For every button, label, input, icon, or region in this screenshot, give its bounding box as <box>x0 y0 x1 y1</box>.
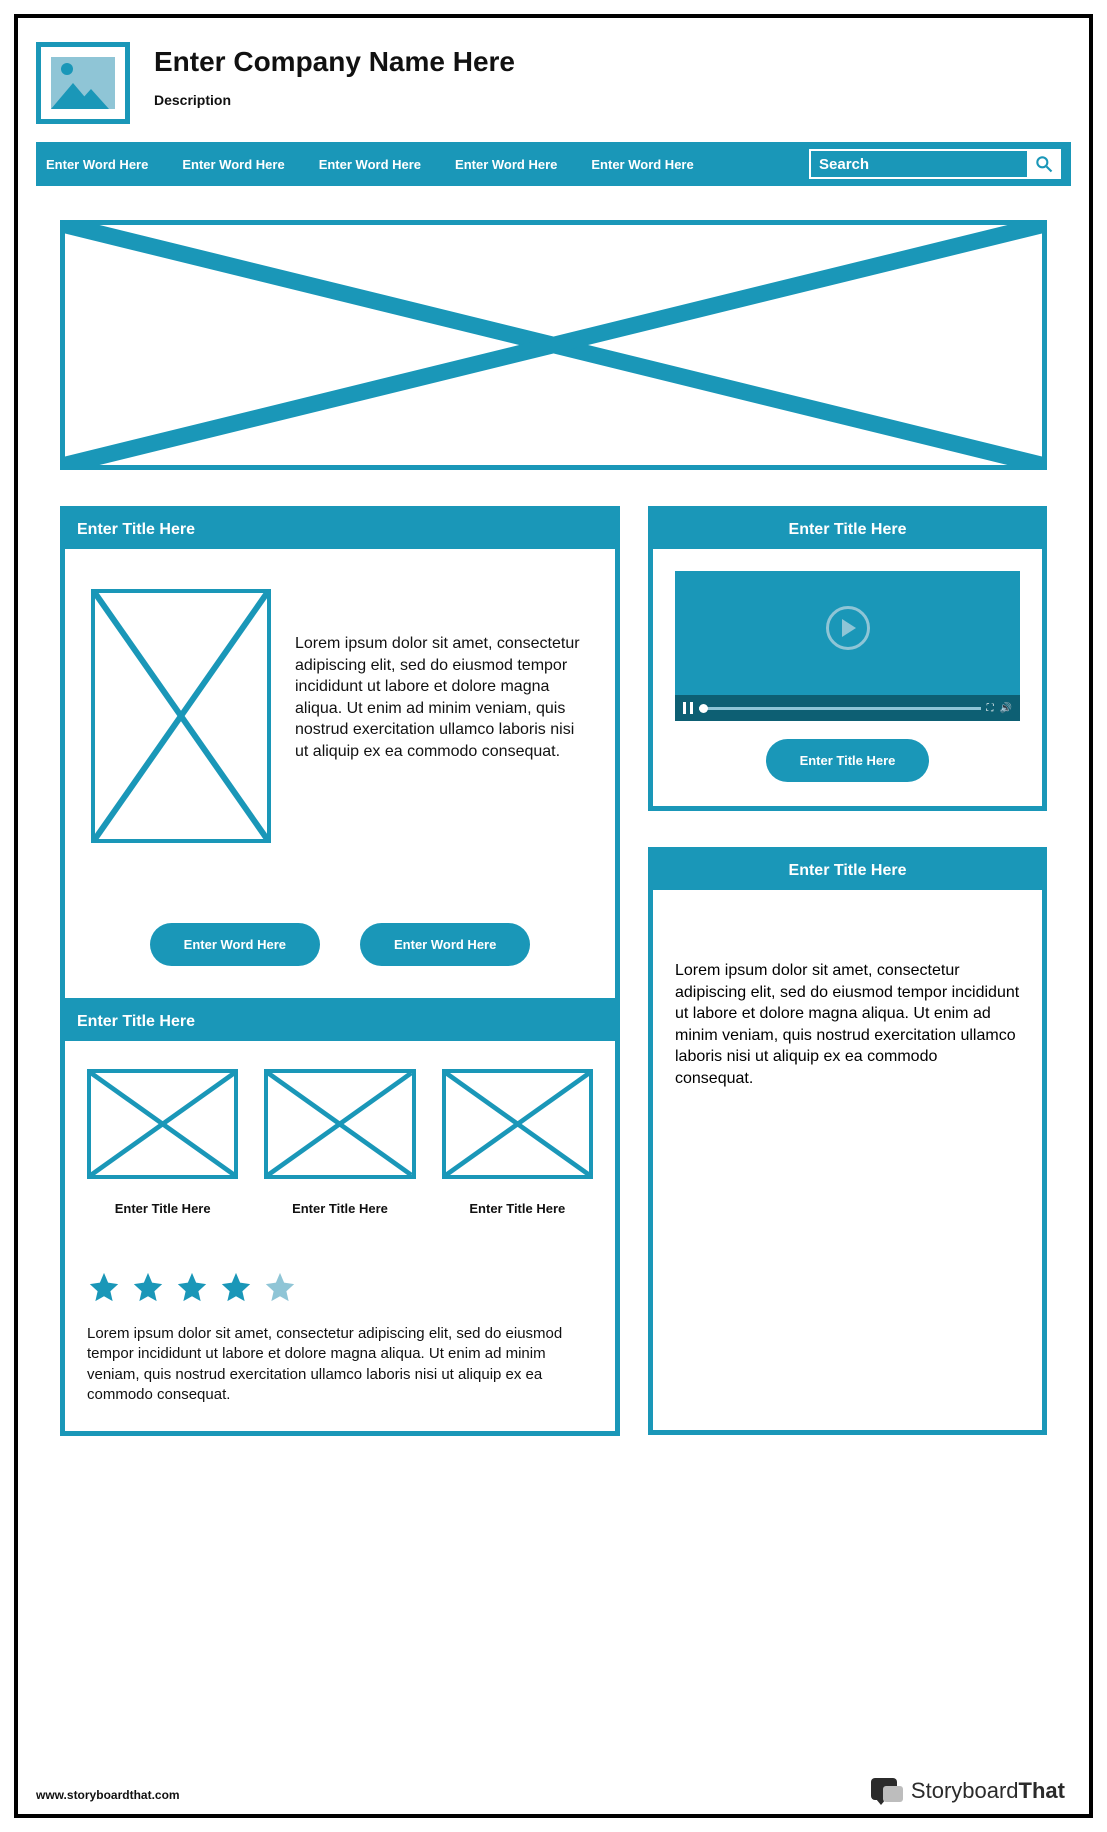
storyboardthat-logo: StoryboardThat <box>871 1778 1065 1804</box>
nav-item-3[interactable]: Enter Word Here <box>319 157 421 172</box>
feature-button-2[interactable]: Enter Word Here <box>360 923 530 966</box>
volume-icon: 🔊 <box>1000 703 1012 714</box>
search-input[interactable] <box>809 149 1029 179</box>
feature-body-text: Lorem ipsum dolor sit amet, consectetur … <box>295 589 589 843</box>
gallery-title-1: Enter Title Here <box>115 1201 211 1216</box>
video-player[interactable]: ⛶ 🔊 <box>675 571 1020 721</box>
fullscreen-icon: ⛶ <box>987 703 994 714</box>
play-icon <box>826 606 870 650</box>
logo-image-placeholder <box>36 42 130 124</box>
footer-url: www.storyboardthat.com <box>36 1788 180 1802</box>
search-button[interactable] <box>1027 149 1061 179</box>
text-card-title: Enter Title Here <box>653 852 1042 890</box>
star-filled-icon <box>131 1270 165 1304</box>
feature-card: Enter Title Here Lorem ipsum dolor sit a… <box>60 506 620 1003</box>
feature-card-title: Enter Title Here <box>65 511 615 549</box>
star-filled-icon <box>175 1270 209 1304</box>
video-card-title: Enter Title Here <box>653 511 1042 549</box>
gallery-title-2: Enter Title Here <box>292 1201 388 1216</box>
gallery-image-2 <box>264 1069 415 1179</box>
gallery-card-title: Enter Title Here <box>65 1003 615 1041</box>
nav-item-5[interactable]: Enter Word Here <box>591 157 693 172</box>
nav-item-1[interactable]: Enter Word Here <box>46 157 148 172</box>
header: Enter Company Name Here Description <box>36 42 1071 124</box>
rating-stars <box>65 1226 615 1310</box>
company-description: Description <box>154 92 515 108</box>
hero-image-placeholder <box>60 220 1047 470</box>
navbar: Enter Word Here Enter Word Here Enter Wo… <box>36 142 1071 186</box>
pause-icon <box>683 702 693 714</box>
company-name: Enter Company Name Here <box>154 46 515 78</box>
text-card: Enter Title Here Lorem ipsum dolor sit a… <box>648 847 1047 1435</box>
gallery-image-1 <box>87 1069 238 1179</box>
search-icon <box>1034 154 1054 174</box>
star-filled-icon <box>219 1270 253 1304</box>
gallery-card: Enter Title Here Enter Title Here Enter … <box>60 1003 620 1436</box>
gallery-image-3 <box>442 1069 593 1179</box>
star-filled-icon <box>87 1270 121 1304</box>
video-card: Enter Title Here ⛶ 🔊 Enter Title Here <box>648 506 1047 811</box>
text-card-body: Lorem ipsum dolor sit amet, consectetur … <box>675 960 1020 1090</box>
gallery-body-text: Lorem ipsum dolor sit amet, consectetur … <box>65 1310 615 1431</box>
nav-item-2[interactable]: Enter Word Here <box>182 157 284 172</box>
nav-item-4[interactable]: Enter Word Here <box>455 157 557 172</box>
feature-button-1[interactable]: Enter Word Here <box>150 923 320 966</box>
feature-image-placeholder <box>91 589 271 843</box>
gallery-title-3: Enter Title Here <box>469 1201 565 1216</box>
video-progress <box>699 707 981 710</box>
star-empty-icon <box>263 1270 297 1304</box>
video-cta-button[interactable]: Enter Title Here <box>766 739 930 782</box>
